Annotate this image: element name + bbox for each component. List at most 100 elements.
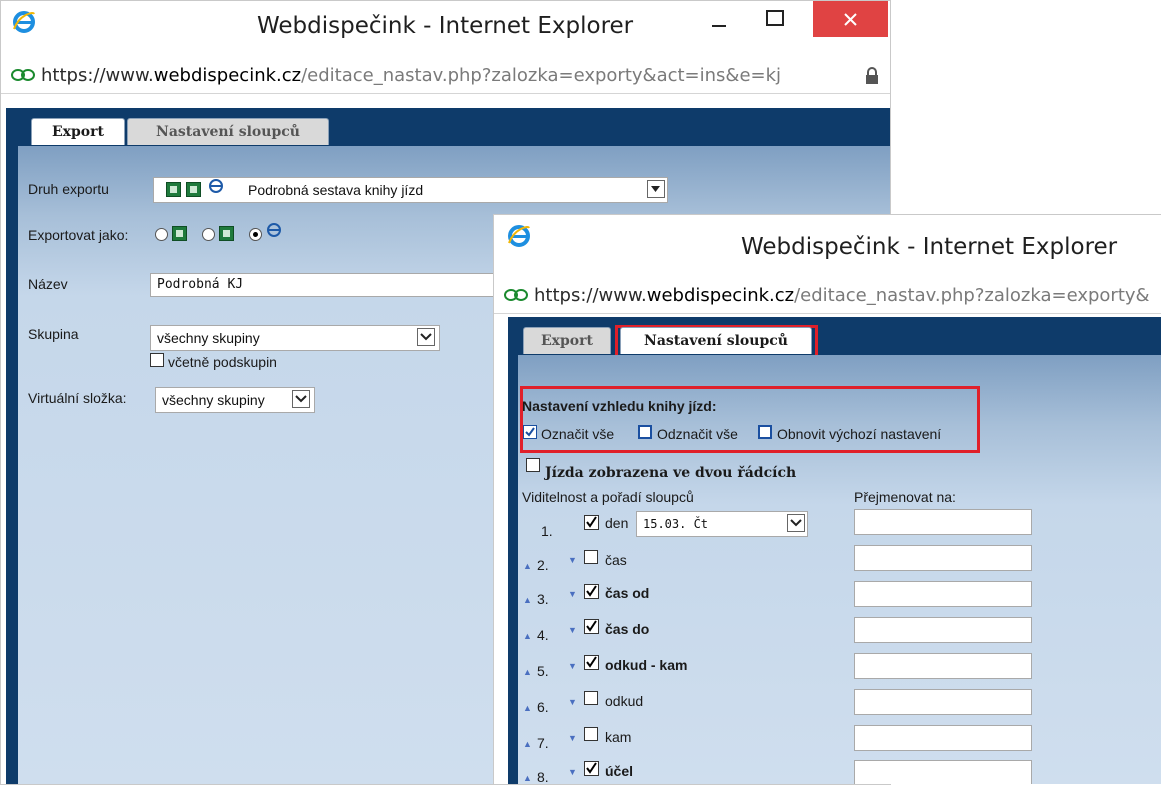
window-title: Webdispečink - Internet Explorer (257, 13, 634, 39)
format-radio-xls[interactable] (155, 228, 168, 241)
ie-logo-icon (508, 225, 530, 247)
two-rows-label: Jízda zobrazena ve dvou řádcích (545, 465, 797, 481)
name-label: Název (28, 276, 68, 292)
tab-bar: Export Nastavení sloupců (508, 317, 1161, 361)
restore-defaults-checkbox[interactable] (758, 425, 772, 439)
html-icon (267, 223, 281, 237)
column-visible-checkbox[interactable] (584, 584, 599, 599)
certificate-icon (504, 289, 528, 301)
move-arrows-icon[interactable]: ▲ (523, 739, 532, 749)
move-arrows-icon[interactable]: ▲ (523, 561, 532, 571)
move-arrows-icon[interactable]: ▲ (523, 773, 532, 783)
chevron-down-icon (417, 328, 435, 346)
title-bar: Webdispečink - Internet Explorer (1, 1, 890, 53)
column-number: 8. (537, 769, 549, 784)
rename-input[interactable] (854, 581, 1032, 607)
move-arrows-icon[interactable]: ▲ (523, 667, 532, 677)
column-number: 5. (537, 663, 549, 679)
move-arrows-icon[interactable]: ▼ (568, 555, 577, 565)
checkmark-icon (584, 655, 599, 670)
url-protocol: https://www. (534, 285, 647, 306)
url-host: webdispecink.cz (646, 285, 795, 306)
column-visible-checkbox[interactable] (584, 761, 599, 776)
tab-column-settings[interactable]: Nastavení sloupců (127, 118, 329, 145)
export-as-label: Exportovat jako: (28, 227, 129, 243)
name-input[interactable]: Podrobná KJ (150, 273, 500, 297)
chevron-down-icon (787, 514, 805, 532)
minimize-button[interactable] (700, 1, 740, 37)
two-rows-checkbox[interactable] (526, 458, 540, 472)
move-arrows-icon[interactable]: ▼ (568, 625, 577, 635)
minimize-icon (712, 25, 726, 27)
move-arrows-icon[interactable]: ▼ (568, 697, 577, 707)
move-arrows-icon[interactable]: ▲ (523, 703, 532, 713)
format-radio-csv[interactable] (202, 228, 215, 241)
virtual-folder-select[interactable]: všechny skupiny (155, 387, 315, 413)
column-name: den (605, 515, 629, 531)
tab-column-settings[interactable]: Nastavení sloupců (620, 327, 812, 354)
move-arrows-icon[interactable]: ▼ (568, 767, 577, 777)
move-arrows-icon[interactable]: ▼ (568, 589, 577, 599)
rename-input[interactable] (854, 617, 1032, 643)
group-select[interactable]: všechny skupiny (150, 325, 440, 351)
close-button[interactable] (813, 1, 888, 37)
maximize-button[interactable] (756, 1, 796, 37)
day-format-select[interactable]: 15.03. Čt (636, 511, 808, 537)
tab-export[interactable]: Export (31, 118, 125, 145)
maximize-icon (766, 10, 784, 26)
window-title: Webdispečink - Internet Explorer (741, 234, 1118, 260)
rename-header: Přejmenovat na: (854, 489, 956, 505)
include-subgroups-checkbox[interactable] (150, 353, 164, 367)
html-icon (209, 179, 223, 193)
visibility-order-header: Viditelnost a pořadí sloupců (522, 489, 694, 505)
column-name: čas do (605, 621, 650, 637)
address-url[interactable]: https://www.webdispecink.cz/editace_nast… (41, 65, 781, 86)
front-window: Webdispečink - Internet Explorer https:/… (493, 214, 1161, 784)
lock-icon (866, 67, 878, 84)
column-name: účel (605, 763, 634, 779)
column-visible-checkbox[interactable] (584, 550, 598, 564)
group-label: Skupina (28, 326, 79, 342)
export-type-value: Podrobná sestava knihy jízd (248, 182, 424, 198)
column-visible-checkbox[interactable] (584, 655, 599, 670)
column-visible-checkbox[interactable] (584, 515, 599, 530)
deselect-all-label[interactable]: Odznačit vše (657, 426, 738, 442)
title-bar: Webdispečink - Internet Explorer (494, 215, 1161, 267)
address-bar[interactable]: https://www.webdispecink.cz/editace_nast… (1, 59, 890, 94)
rename-input[interactable] (854, 545, 1032, 571)
move-arrows-icon[interactable]: ▲ (523, 595, 532, 605)
column-visible-checkbox[interactable] (584, 619, 599, 634)
move-arrows-icon[interactable]: ▼ (568, 733, 577, 743)
ie-logo-icon (13, 11, 35, 33)
deselect-all-checkbox[interactable] (638, 425, 652, 439)
address-bar[interactable]: https://www.webdispecink.cz/editace_nast… (494, 279, 1161, 314)
move-arrows-icon[interactable]: ▼ (568, 661, 577, 671)
url-path: /editace_nastav.php?zalozka=exporty&act=… (301, 65, 782, 86)
select-all-checkbox[interactable] (523, 425, 537, 439)
rename-input[interactable] (854, 509, 1032, 535)
xls-icon (166, 182, 181, 197)
format-radio-html[interactable] (249, 228, 262, 241)
rename-input[interactable] (854, 689, 1032, 715)
tab-export[interactable]: Export (523, 327, 611, 354)
select-all-label[interactable]: Označit vše (541, 426, 614, 442)
csv-icon (219, 226, 234, 241)
checkmark-icon (584, 761, 599, 776)
url-host: webdispecink.cz (153, 65, 302, 86)
column-settings-panel: Nastavení vzhledu knihy jízd: Označit vš… (518, 355, 1161, 784)
column-visible-checkbox[interactable] (584, 727, 598, 741)
rename-input[interactable] (854, 760, 1032, 784)
move-arrows-icon[interactable]: ▲ (523, 631, 532, 641)
virtual-folder-value: všechny skupiny (162, 392, 265, 408)
rename-input[interactable] (854, 653, 1032, 679)
certificate-icon (11, 69, 35, 81)
column-visible-checkbox[interactable] (584, 691, 598, 705)
column-number: 4. (537, 627, 549, 643)
column-number: 6. (537, 699, 549, 715)
restore-defaults-label[interactable]: Obnovit výchozí nastavení (777, 426, 941, 442)
address-url[interactable]: https://www.webdispecink.cz/editace_nast… (534, 285, 1150, 306)
checkmark-icon (525, 427, 535, 437)
column-number: 3. (537, 591, 549, 607)
export-type-select[interactable]: Podrobná sestava knihy jízd (153, 177, 668, 203)
rename-input[interactable] (854, 725, 1032, 751)
